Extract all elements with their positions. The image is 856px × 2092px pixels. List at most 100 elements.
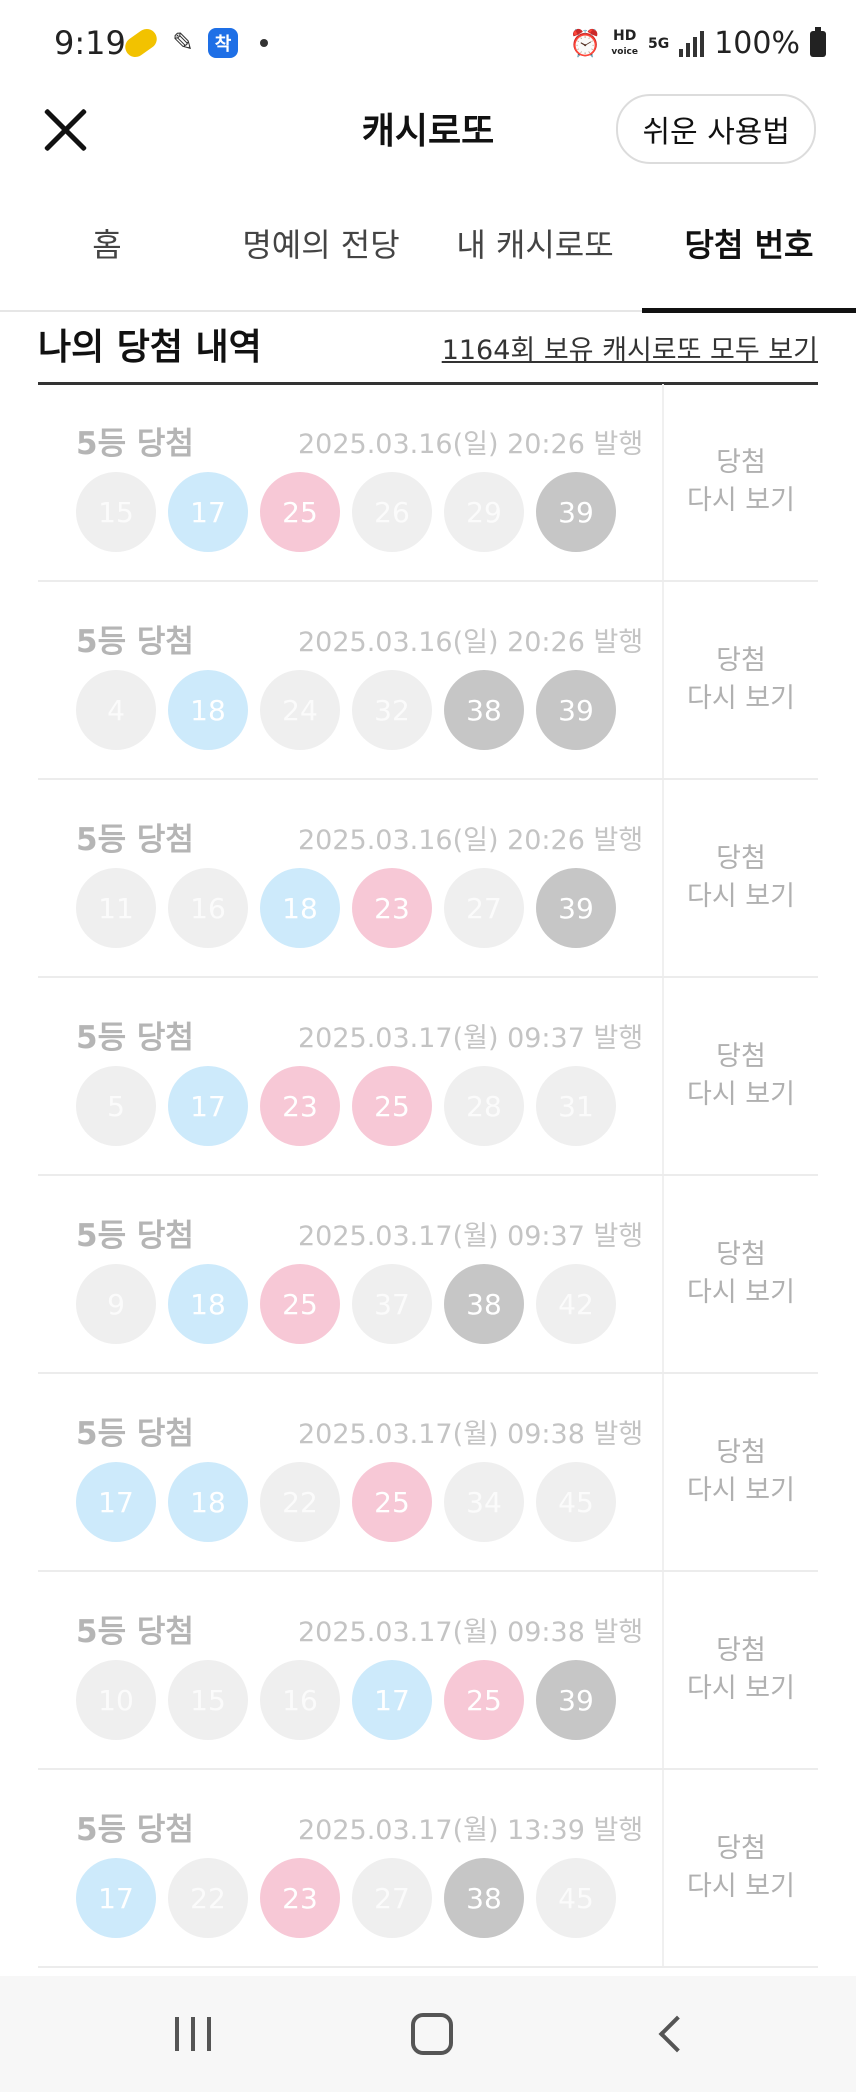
- voice-label: voice: [611, 46, 638, 57]
- lotto-ball: 25: [352, 1462, 432, 1542]
- lotto-ball: 17: [168, 1066, 248, 1146]
- ticket-issued-time: 2025.03.17(월) 13:39 발행: [298, 1815, 644, 1846]
- lotto-ball: 22: [168, 1858, 248, 1938]
- ticket-rank: 5등 당첨: [76, 1020, 194, 1056]
- ticket-rank: 5등 당첨: [76, 1614, 194, 1650]
- recheck-button[interactable]: 당첨다시 보기: [662, 384, 818, 580]
- recheck-label-line2: 다시 보기: [687, 1079, 795, 1110]
- recheck-label-line2: 다시 보기: [687, 881, 795, 912]
- lotto-ball: 5: [76, 1066, 156, 1146]
- lotto-balls: 10 15 16 17 25 39: [76, 1660, 616, 1740]
- network-5g-icon: 5G: [647, 35, 670, 52]
- lotto-ball: 39: [536, 1660, 616, 1740]
- lotto-ball: 31: [536, 1066, 616, 1146]
- alarm-icon: ⏰: [569, 28, 602, 59]
- recheck-label-line1: 당첨: [716, 1437, 766, 1468]
- lotto-ball: 15: [76, 472, 156, 552]
- recheck-button[interactable]: 당첨 다시 보기: [662, 1770, 818, 1966]
- recheck-label-line1: 당첨: [716, 1239, 766, 1270]
- ticket-issued-time: 2025.03.17(월) 09:37 발행: [298, 1221, 644, 1252]
- recheck-label-line2: 다시 보기: [687, 1871, 795, 1902]
- recheck-button[interactable]: 당첨 다시 보기: [662, 582, 818, 778]
- ticket-list: 5등 당첨 2025.03.16(일) 20:26 발행 15 17 25 26 29 39 당…: [38, 384, 818, 1968]
- lotto-ball: 38: [444, 1264, 524, 1344]
- status-bar: 9:19 ✎ 착 ⏰ HD voice 5G 100%: [0, 0, 856, 90]
- lotto-ball: 18: [168, 1462, 248, 1542]
- lotto-ball: 25: [352, 1066, 432, 1146]
- ticket-rank: 5등 당첨: [76, 1416, 194, 1452]
- lotto-ball: 38: [444, 1858, 524, 1938]
- lotto-ball: 27: [444, 868, 524, 948]
- lotto-ball: 42: [536, 1264, 616, 1344]
- ticket-rank: 5등 당첨: [76, 426, 194, 462]
- back-icon[interactable]: [612, 1976, 732, 2092]
- view-all-link[interactable]: 1164회 보유 캐시로또 모두 보기: [442, 328, 818, 367]
- history-header: 나의 당첨 내역 1164회 보유 캐시로또 모두 보기: [38, 318, 818, 385]
- lotto-ball: 39: [536, 472, 616, 552]
- recheck-label-line1: 당첨: [716, 447, 766, 478]
- lotto-ball: 9: [76, 1264, 156, 1344]
- system-status: ⏰ HD voice 5G 100%: [569, 26, 826, 61]
- recheck-button[interactable]: 당첨다시 보기: [662, 978, 818, 1174]
- lotto-balls: 4 18 24 32 38 39: [76, 670, 616, 750]
- recheck-label-line2: 다시 보기: [687, 683, 795, 714]
- lotto-balls: 5 17 23 25 28 31: [76, 1066, 616, 1146]
- lotto-ball: 16: [260, 1660, 340, 1740]
- recheck-label-line1: 당첨: [716, 1041, 766, 1072]
- lotto-ball: 23: [352, 868, 432, 948]
- lotto-ball: 27: [352, 1858, 432, 1938]
- lotto-ball: 39: [536, 868, 616, 948]
- app-header: 캐시로또 쉬운 사용법: [0, 90, 856, 200]
- lotto-ball: 22: [260, 1462, 340, 1542]
- lotto-ball: 17: [352, 1660, 432, 1740]
- ticket-issued-time: 2025.03.16(일) 20:26 발행: [298, 627, 644, 658]
- ticket-rank: 5등 당첨: [76, 1812, 194, 1848]
- ticket-row: 5등 당첨 2025.03.17(월) 09:37 발행 9 18 25 37 38 42 당첨…: [38, 1176, 818, 1374]
- ticket-issued-time: 2025.03.16(일) 20:26 발행: [298, 429, 644, 460]
- guide-button[interactable]: 쉬운 사용법: [616, 94, 816, 164]
- more-notifications-dot-icon: [260, 39, 268, 47]
- recent-apps-icon[interactable]: [133, 1976, 253, 2092]
- lotto-ball: 29: [444, 472, 524, 552]
- lotto-ball: 28: [444, 1066, 524, 1146]
- tab-my-cashlotto[interactable]: 내 캐시로또: [428, 210, 642, 310]
- system-nav-bar: [0, 1976, 856, 2092]
- lotto-balls: 17 18 22 25 34 45: [76, 1462, 616, 1542]
- hd-voice-icon: HD voice: [611, 29, 638, 59]
- lotto-ball: 17: [76, 1858, 156, 1938]
- recheck-button[interactable]: 당첨다시 보기: [662, 1374, 818, 1570]
- recheck-button[interactable]: 당첨 다시 보기: [662, 1176, 818, 1372]
- recheck-label-line1: 당첨: [716, 1635, 766, 1666]
- ticket-issued-time: 2025.03.17(월) 09:38 발행: [298, 1419, 644, 1450]
- tab-winning-numbers[interactable]: 당첨 번호: [642, 210, 856, 313]
- recheck-label-line2: 다시 보기: [687, 485, 795, 516]
- lotto-ball: 34: [444, 1462, 524, 1542]
- lotto-ball: 24: [260, 670, 340, 750]
- hd-label: HD: [613, 27, 637, 44]
- ticket-row: 5등 당첨 2025.03.17(월) 13:39 발행 17 22 23 27 38 45 당…: [38, 1770, 818, 1968]
- ticket-row: 5등 당첨 2025.03.17(월) 09:38 발행 10 15 16 17 25 39 당…: [38, 1572, 818, 1770]
- tab-bar: 홈 명예의 전당 내 캐시로또 당첨 번호: [0, 210, 856, 313]
- battery-icon: [810, 26, 826, 57]
- home-icon[interactable]: [372, 1976, 492, 2092]
- recheck-label-line1: 당첨: [716, 843, 766, 874]
- ticket-row: 5등 당첨 2025.03.17(월) 09:37 발행 5 17 23 25 28 31 당첨…: [38, 978, 818, 1176]
- recheck-button[interactable]: 당첨 다시 보기: [662, 1572, 818, 1768]
- notification-icons: ✎ 착: [121, 25, 268, 61]
- signal-icon: [679, 30, 705, 57]
- app-badge-icon: 착: [208, 28, 238, 58]
- ticket-issued-time: 2025.03.16(일) 20:26 발행: [298, 825, 644, 856]
- history-title: 나의 당첨 내역: [38, 327, 262, 368]
- pen-icon: ✎: [172, 28, 194, 58]
- lotto-ball: 10: [76, 1660, 156, 1740]
- lotto-ball: 45: [536, 1858, 616, 1938]
- tab-hall-of-fame[interactable]: 명예의 전당: [214, 210, 428, 310]
- lotto-ball: 17: [76, 1462, 156, 1542]
- recheck-button[interactable]: 당첨다시 보기: [662, 780, 818, 976]
- tab-home[interactable]: 홈: [0, 210, 214, 310]
- lotto-ball: 45: [536, 1462, 616, 1542]
- ticket-row: 5등 당첨 2025.03.17(월) 09:38 발행 17 18 22 25 34 45 당…: [38, 1374, 818, 1572]
- lotto-balls: 17 22 23 27 38 45: [76, 1858, 616, 1938]
- recheck-label-line2: 다시 보기: [687, 1475, 795, 1506]
- lotto-ball: 18: [168, 670, 248, 750]
